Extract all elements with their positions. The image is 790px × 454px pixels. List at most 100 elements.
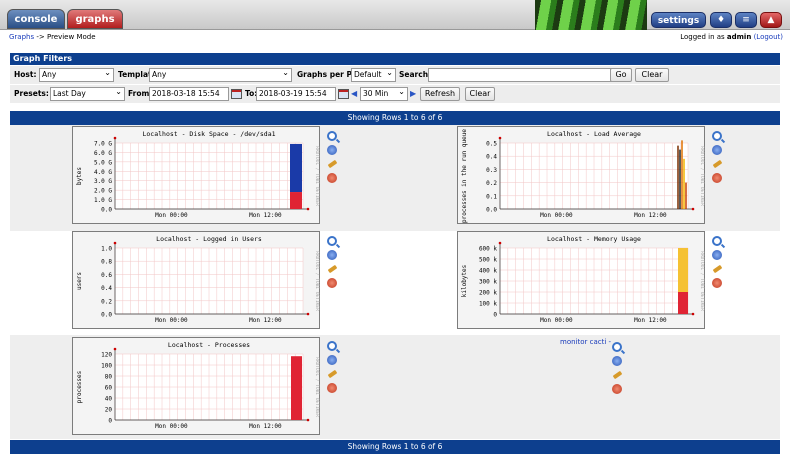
go-button[interactable]: Go bbox=[610, 68, 632, 82]
rrdtool-credit: RRDTOOL / TOBI OETIKER bbox=[314, 251, 320, 311]
template-select[interactable]: Any bbox=[149, 67, 292, 82]
zoom-icon[interactable] bbox=[327, 341, 337, 351]
delete-icon[interactable] bbox=[612, 384, 622, 394]
axis-arrow bbox=[113, 241, 117, 245]
rrdtool-credit: RRDTOOL / TOBI OETIKER bbox=[314, 146, 320, 206]
breadcrumb: Graphs -> Preview Mode bbox=[9, 33, 96, 41]
login-user: admin bbox=[726, 33, 752, 41]
graphs-per-page-select[interactable]: Default bbox=[351, 67, 396, 82]
rrdtool-credit: RRDTOOL / TOBI OETIKER bbox=[699, 251, 705, 311]
load-average-chart: 0.5 0.4 0.3 0.2 0.1 0.0 Mon 00:00 Mon 12:00 Loca… bbox=[461, 129, 705, 223]
y-tick-label: 0.8 bbox=[101, 259, 112, 266]
graph-actions-3 bbox=[327, 236, 339, 292]
y-axis-label: users bbox=[76, 272, 83, 290]
breadcrumb-current: Preview Mode bbox=[46, 33, 96, 41]
info-icon[interactable] bbox=[327, 250, 337, 260]
x-tick-label: Mon 00:00 bbox=[155, 212, 188, 219]
chart-title: Localhost - Memory Usage bbox=[547, 235, 641, 243]
refresh-button[interactable]: Refresh bbox=[420, 87, 460, 101]
x-tick-label: Mon 12:00 bbox=[634, 317, 667, 324]
edit-icon[interactable] bbox=[327, 369, 337, 379]
zoom-icon[interactable] bbox=[327, 131, 337, 141]
edit-icon[interactable] bbox=[327, 264, 337, 274]
y-tick-label: 0.4 bbox=[486, 154, 497, 161]
logout-link[interactable]: (Logout) bbox=[754, 33, 783, 41]
zoom-icon[interactable] bbox=[612, 342, 622, 352]
list-view-button[interactable]: ≡ bbox=[735, 12, 757, 28]
y-tick-label: 2.0 G bbox=[94, 188, 112, 195]
search-input[interactable] bbox=[428, 68, 618, 82]
monitor-cacti-link[interactable]: monitor cacti - bbox=[560, 338, 611, 346]
axis-arrow bbox=[498, 136, 502, 140]
graph-disk-space[interactable]: 7.0 G 6.0 G 5.0 G 4.0 G 3.0 G 2.0 G 1.0 G 0.0 Mo… bbox=[72, 126, 320, 224]
edit-icon[interactable] bbox=[712, 264, 722, 274]
tab-console[interactable]: console bbox=[7, 9, 65, 29]
chart-title: Localhost - Processes bbox=[168, 341, 250, 349]
rrdtool-credit: RRDTOOL / TOBI OETIKER bbox=[699, 146, 705, 206]
delete-icon[interactable] bbox=[712, 278, 722, 288]
y-tick-label: 0 bbox=[493, 312, 497, 319]
graph-memory-usage[interactable]: 600 k 500 k 400 k 300 k 200 k 100 k 0 Mon 00:00… bbox=[457, 231, 705, 329]
zoom-icon[interactable] bbox=[327, 236, 337, 246]
tree-view-button[interactable]: ♦ bbox=[710, 12, 732, 28]
axis-arrow bbox=[306, 312, 310, 316]
shift-left-icon[interactable]: ◀ bbox=[351, 87, 357, 101]
delete-icon[interactable] bbox=[712, 173, 722, 183]
y-tick-label: 0.0 bbox=[101, 312, 112, 319]
x-tick-label: Mon 12:00 bbox=[634, 212, 667, 219]
graph-processes[interactable]: 120 100 80 60 40 20 0 Mon 00:00 Mon 12:00 Localho… bbox=[72, 337, 320, 435]
preview-view-button[interactable]: ▲ bbox=[760, 12, 782, 28]
from-date-input[interactable]: 2018-03-18 15:54 bbox=[149, 87, 229, 101]
axis-arrow bbox=[113, 347, 117, 351]
host-label: Host: bbox=[14, 70, 37, 79]
clear-search-button[interactable]: Clear bbox=[635, 68, 669, 82]
shift-right-icon[interactable]: ▶ bbox=[410, 87, 416, 101]
tab-graphs[interactable]: graphs bbox=[67, 9, 123, 29]
info-icon[interactable] bbox=[327, 145, 337, 155]
delete-icon[interactable] bbox=[327, 383, 337, 393]
info-icon[interactable] bbox=[612, 356, 622, 366]
info-icon[interactable] bbox=[327, 355, 337, 365]
zoom-icon[interactable] bbox=[712, 236, 722, 246]
y-tick-label: 500 k bbox=[479, 257, 497, 264]
y-axis-label: processes in the run queue bbox=[461, 129, 468, 223]
edit-icon[interactable] bbox=[327, 159, 337, 169]
info-icon[interactable] bbox=[712, 250, 722, 260]
disk-space-chart: 7.0 G 6.0 G 5.0 G 4.0 G 3.0 G 2.0 G 1.0 G 0.0 Mo… bbox=[76, 130, 320, 219]
disk-reserved-bar bbox=[290, 192, 302, 209]
graph-load-average[interactable]: 0.5 0.4 0.3 0.2 0.1 0.0 Mon 00:00 Mon 12:00 Loca… bbox=[457, 126, 705, 224]
timespan-select[interactable]: 30 Min bbox=[360, 86, 408, 101]
memory-used-bar bbox=[678, 292, 688, 314]
chart-title: Localhost - Load Average bbox=[547, 130, 641, 138]
graph-actions-5 bbox=[327, 341, 339, 397]
processes-chart: 120 100 80 60 40 20 0 Mon 00:00 Mon 12:00 Localho… bbox=[76, 341, 320, 430]
y-tick-label: 40 bbox=[105, 396, 113, 403]
edit-icon[interactable] bbox=[612, 370, 622, 380]
rows-status-top: Showing Rows 1 to 6 of 6 bbox=[10, 111, 780, 125]
axis-arrow bbox=[306, 418, 310, 422]
info-icon[interactable] bbox=[712, 145, 722, 155]
breadcrumb-graphs-link[interactable]: Graphs bbox=[9, 33, 34, 41]
y-tick-label: 100 bbox=[101, 363, 112, 370]
graph-filters-title: Graph Filters bbox=[10, 53, 780, 65]
presets-select[interactable]: Last Day bbox=[50, 86, 125, 101]
edit-icon[interactable] bbox=[712, 159, 722, 169]
y-tick-label: 0.0 bbox=[486, 207, 497, 214]
to-date-input[interactable]: 2018-03-19 15:54 bbox=[256, 87, 336, 101]
y-tick-label: 0.4 bbox=[101, 285, 112, 292]
delete-icon[interactable] bbox=[327, 173, 337, 183]
delete-icon[interactable] bbox=[327, 278, 337, 288]
header-decoration bbox=[535, 0, 647, 30]
from-calendar-icon[interactable] bbox=[231, 89, 242, 99]
to-calendar-icon[interactable] bbox=[338, 89, 349, 99]
host-select[interactable]: Any bbox=[39, 67, 114, 82]
settings-button[interactable]: settings bbox=[651, 12, 706, 28]
clear-dates-button[interactable]: Clear bbox=[465, 87, 495, 101]
tree-icon: ♦ bbox=[716, 15, 726, 25]
top-bar: console graphs settings ♦ ≡ ▲ bbox=[0, 0, 790, 30]
zoom-icon[interactable] bbox=[712, 131, 722, 141]
graph-logged-in-users[interactable]: 1.0 0.8 0.6 0.4 0.2 0.0 Mon 00:00 Mon 12:00 Loca… bbox=[72, 231, 320, 329]
y-tick-label: 20 bbox=[105, 407, 113, 414]
processes-bar bbox=[291, 356, 302, 420]
y-tick-label: 300 k bbox=[479, 279, 497, 286]
